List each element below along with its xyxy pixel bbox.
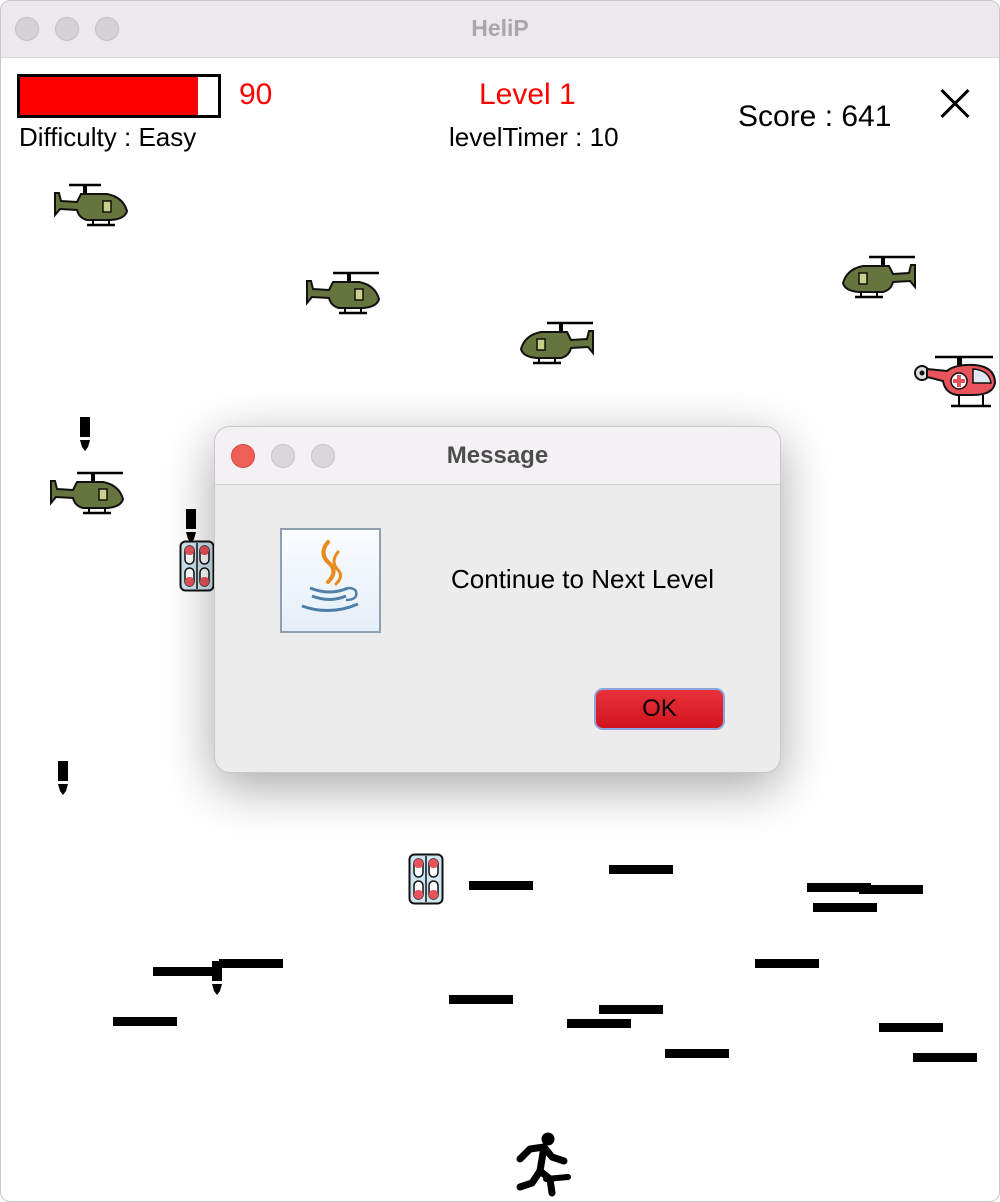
window-titlebar: HeliP <box>1 1 999 58</box>
military-helicopter-icon <box>519 321 594 365</box>
bomb-icon <box>79 417 91 451</box>
platform <box>153 967 217 976</box>
bomb-icon <box>185 509 197 543</box>
health-value: 90 <box>239 78 273 111</box>
military-helicopter-icon <box>841 255 916 299</box>
military-helicopter-icon <box>54 183 129 227</box>
military-helicopter-icon <box>50 471 125 515</box>
close-icon[interactable] <box>935 84 975 124</box>
java-coffee-icon <box>280 528 381 633</box>
military-helicopter-icon <box>306 271 381 315</box>
medicine-pack-icon <box>179 540 215 592</box>
game-window: HeliP 90 Difficulty : Easy Level 1 level… <box>0 0 1000 1202</box>
platform <box>913 1053 977 1062</box>
platform <box>859 885 923 894</box>
message-dialog: Message Continue to Next Level OK <box>214 426 781 773</box>
medicine-pack-icon <box>408 853 444 905</box>
level-timer: levelTimer : 10 <box>449 122 619 152</box>
platform <box>449 995 513 1004</box>
dialog-message: Continue to Next Level <box>451 564 715 594</box>
platform <box>567 1019 631 1028</box>
dialog-title: Message <box>446 442 549 469</box>
medical-helicopter-icon <box>914 355 997 408</box>
difficulty-label: Difficulty : Easy <box>19 122 197 152</box>
level-label: Level 1 <box>479 78 576 111</box>
platform <box>599 1005 663 1014</box>
platform <box>219 959 283 968</box>
running-man-icon[interactable] <box>506 1131 572 1197</box>
health-bar <box>17 74 221 118</box>
window-title: HeliP <box>471 15 529 41</box>
platform <box>755 959 819 968</box>
platform <box>665 1049 729 1058</box>
platform <box>813 903 877 912</box>
health-bar-fill <box>20 77 199 115</box>
bomb-icon <box>57 761 69 795</box>
dialog-titlebar: Message <box>215 427 780 485</box>
score-label: Score : 641 <box>738 100 892 133</box>
platform <box>879 1023 943 1032</box>
platform <box>469 881 533 890</box>
ok-button[interactable]: OK <box>594 688 725 730</box>
platform <box>609 865 673 874</box>
platform <box>113 1017 177 1026</box>
